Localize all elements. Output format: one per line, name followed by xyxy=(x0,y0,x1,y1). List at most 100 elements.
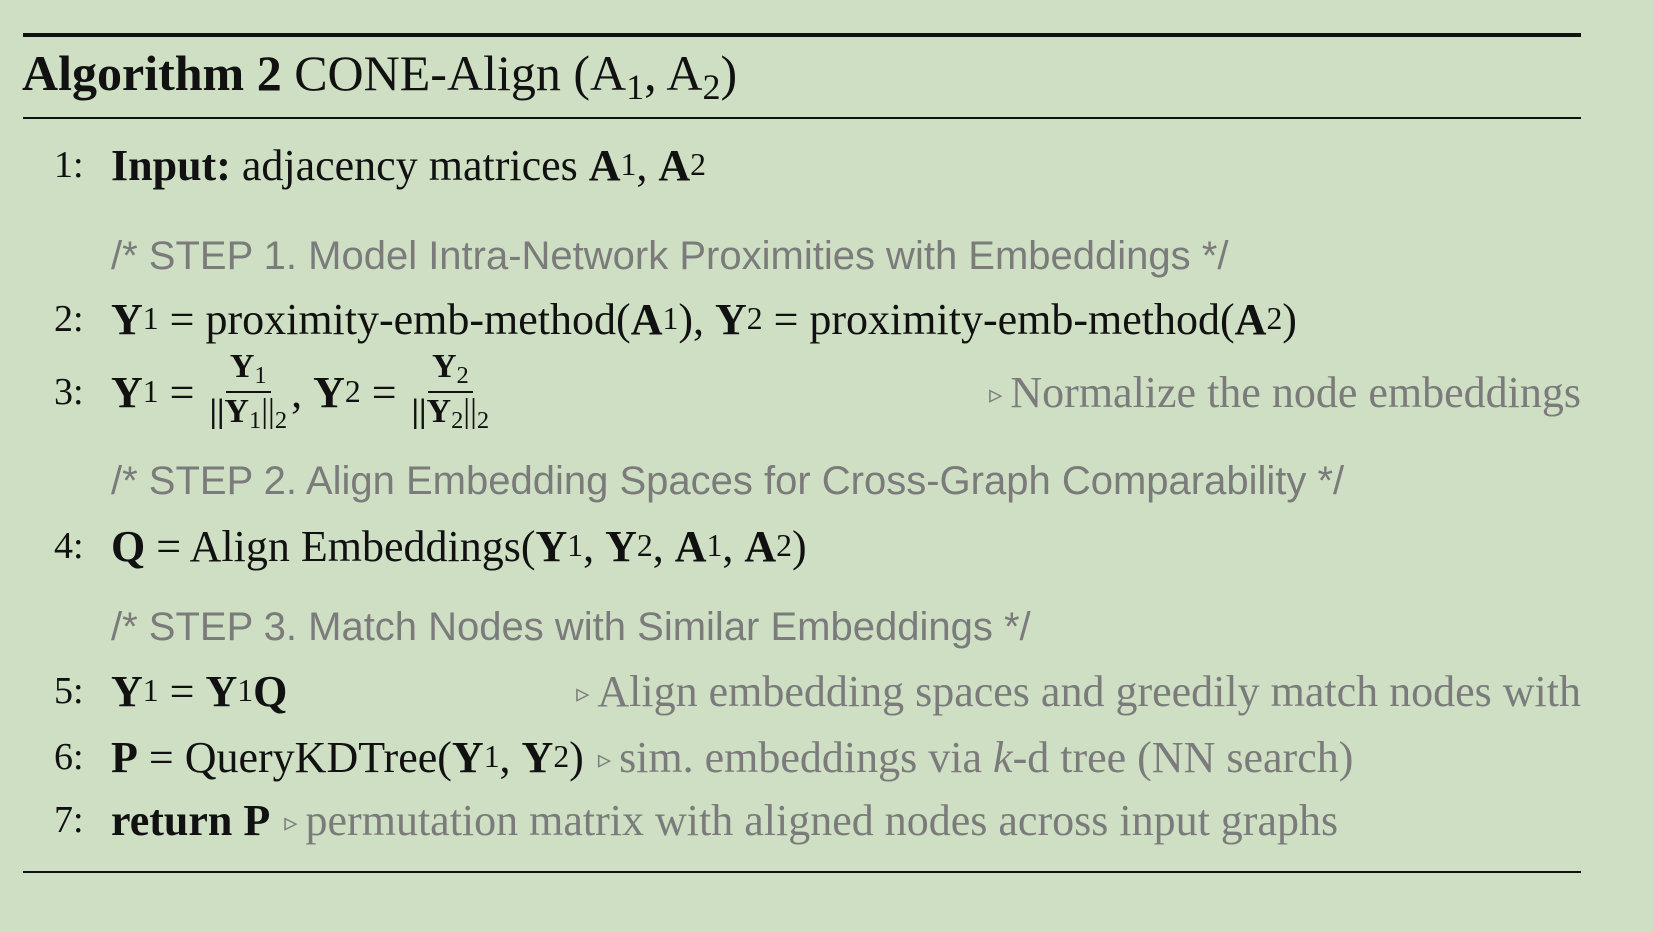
line-comment: ▹ permutation matrix with aligned nodes a… xyxy=(284,795,1338,846)
header-rule xyxy=(23,117,1581,119)
code-text: , xyxy=(644,45,667,101)
line-comment: ▹ sim. embeddings via k-d tree (NN search… xyxy=(598,732,1354,783)
algorithm-line: 1: Input: adjacency matrices A1, A2 xyxy=(0,135,1581,195)
algorithm-name: CONE-Align (A1, A2) xyxy=(282,45,738,107)
comment-triangle-icon: ▹ xyxy=(989,378,1003,409)
code-text: ), xyxy=(678,294,715,344)
algorithm-title: Algorithm 2 CONE-Align (A1, A2) xyxy=(22,44,737,108)
step-comment-text: /* STEP 2. Align Embedding Spaces for Cr… xyxy=(111,458,1345,503)
comment-triangle-icon: ▹ xyxy=(597,743,612,774)
algorithm-label: Algorithm 2 xyxy=(22,45,282,101)
code-text: adjacency matrices xyxy=(230,140,589,190)
subscript: 1 xyxy=(620,147,637,182)
comment-text: permutation matrix with aligned nodes ac… xyxy=(305,795,1339,845)
code: Y1 = Y1 ||Y1||2, Y2 = Y2 ||Y2||2 ▹ Normalize… xyxy=(111,350,1581,433)
norm-subscript: 2 xyxy=(476,407,490,435)
algorithm-line: 4: Q = Align Embeddings(Y 1, Y2, A1, A 2) xyxy=(0,516,1581,576)
math-symbol: Y xyxy=(111,666,143,716)
top-rule xyxy=(23,33,1581,37)
subscript: 2 xyxy=(776,528,792,563)
line-number: 1: xyxy=(54,144,84,186)
comment-text: sim. embeddings via xyxy=(619,732,994,782)
subscript: 1 xyxy=(706,528,723,563)
fraction-numerator: Y2 xyxy=(427,348,473,393)
math-symbol: Y xyxy=(605,521,637,571)
math-symbol: Input: xyxy=(111,140,231,190)
code: /* STEP 3. Match Nodes with Similar Embe… xyxy=(111,605,1581,650)
norm-subscript: 2 xyxy=(274,407,288,435)
math-symbol: Y xyxy=(111,294,143,344)
subscript: 1 xyxy=(142,301,159,336)
subscript: 2 xyxy=(690,147,707,182)
code: Q = Align Embeddings(Y 1, Y2, A1, A 2) xyxy=(111,521,1581,572)
line-number: 7: xyxy=(54,799,84,841)
step-comment: /* STEP 1. Model Intra-Network Proximiti… xyxy=(0,226,1581,286)
math-symbol: A xyxy=(658,140,691,190)
math-symbol: A xyxy=(744,521,777,571)
subscript: 1 xyxy=(142,374,159,409)
subscript: 2 xyxy=(456,362,469,390)
code: /* STEP 2. Align Embedding Spaces for Cr… xyxy=(111,459,1581,504)
comment-triangle-icon: ▹ xyxy=(284,806,298,837)
subscript: 1 xyxy=(626,67,645,107)
code: Input: adjacency matrices A1, A2 xyxy=(111,140,1581,191)
code-text: , xyxy=(636,140,659,190)
step-comment: /* STEP 3. Match Nodes with Similar Embe… xyxy=(0,597,1581,657)
math-symbol: P xyxy=(243,795,271,845)
fraction-numerator: Y1 xyxy=(225,350,271,393)
math-symbol: Q xyxy=(253,666,288,716)
subscript: 1 xyxy=(248,407,262,435)
norm-bars: || xyxy=(463,393,477,430)
subscript: 1 xyxy=(254,362,267,390)
code-text: ) xyxy=(791,521,807,571)
code: Y1 = Y 1 Q ▹ Align embedding spaces and gree… xyxy=(111,666,1581,717)
math-symbol: P xyxy=(111,732,138,782)
fraction-denominator: ||Y2||2 xyxy=(412,393,490,434)
math-symbol: A xyxy=(1234,294,1267,344)
step-comment: /* STEP 2. Align Embedding Spaces for Cr… xyxy=(0,451,1581,511)
subscript: 2 xyxy=(1266,301,1283,336)
math-symbol: Y xyxy=(451,732,484,782)
math-symbol: Y xyxy=(535,521,568,571)
code-text: A xyxy=(590,45,627,101)
fraction: Y1 ||Y1||2 xyxy=(209,350,287,433)
code-text: , xyxy=(583,521,606,571)
code-text: , xyxy=(499,732,522,782)
code-text: = xyxy=(360,367,408,417)
code-text: = QueryKDTree( xyxy=(137,732,452,782)
subscript: 2 xyxy=(451,407,464,435)
comment-text: Normalize the node embeddings xyxy=(1010,367,1581,417)
math-symbol: Q xyxy=(111,521,146,571)
code-text: = proximity-emb-method( xyxy=(762,294,1235,344)
code-text: ) xyxy=(720,45,738,101)
code: Y1 = proximity-emb-method(A 1), Y2 = prox… xyxy=(111,294,1581,345)
math-symbol: return xyxy=(111,795,233,845)
subscript: 2 xyxy=(746,301,763,336)
code: P = QueryKDTree(Y 1, Y 2) ▹ sim. embeddings … xyxy=(111,732,1581,783)
line-number: 6: xyxy=(54,736,84,778)
math-symbol: Y xyxy=(313,367,345,417)
comment-text: -d tree (NN search) xyxy=(1012,732,1354,782)
math-symbol: A xyxy=(588,140,621,190)
denominator-norm: ||Y xyxy=(411,393,452,430)
code-text: A xyxy=(666,45,703,101)
subscript: 2 xyxy=(702,67,721,107)
line-number: 3: xyxy=(54,371,84,413)
line-number: 5: xyxy=(54,670,84,712)
algorithm-line: 7: return P ▹ permutation matrix with align… xyxy=(0,790,1581,850)
algorithm-line: 5: Y 1 = Y 1 Q ▹ Align embedding spaces and gr… xyxy=(0,661,1581,721)
subscript: 2 xyxy=(553,739,570,774)
code-text: = Align Embeddings( xyxy=(145,521,536,571)
code-text: = xyxy=(158,666,206,716)
math-symbol: Y xyxy=(521,732,554,782)
code: return P ▹ permutation matrix with aligned… xyxy=(111,795,1581,846)
math-symbol: Y xyxy=(111,367,143,417)
code-text: , xyxy=(291,367,314,417)
fraction-denominator: ||Y1||2 xyxy=(209,393,287,434)
math-symbol: Y xyxy=(205,666,238,716)
numerator-symbol: Y xyxy=(431,348,457,386)
line-comment: ▹ Normalize the node embeddings xyxy=(989,367,1581,418)
subscript: 2 xyxy=(636,528,653,563)
code-text: = xyxy=(158,367,206,417)
code: /* STEP 1. Model Intra-Network Proximiti… xyxy=(111,234,1581,279)
